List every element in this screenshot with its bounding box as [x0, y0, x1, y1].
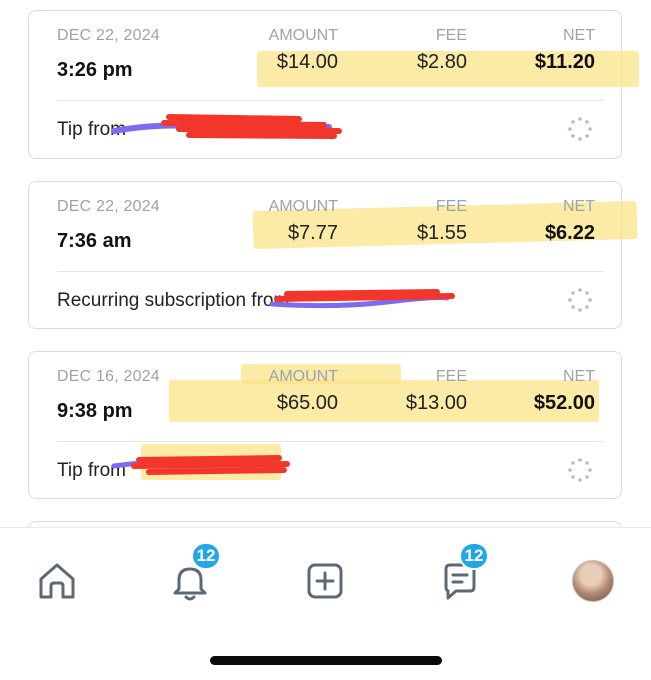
spinner-icon	[568, 288, 592, 312]
tab-profile[interactable]	[566, 554, 620, 608]
divider	[57, 441, 603, 442]
notification-badge: 12	[191, 542, 221, 570]
add-square-icon	[307, 563, 343, 599]
transaction-card[interactable]: DEC 22, 2024 7:36 am AMOUNT FEE NET $7.7…	[28, 181, 638, 329]
divider	[57, 100, 603, 101]
spinner-icon	[568, 117, 592, 141]
spinner-icon	[568, 458, 592, 482]
net-label: NET	[563, 368, 595, 385]
home-icon	[39, 563, 75, 599]
transaction-time: 9:38 pm	[57, 400, 133, 422]
redaction-scribble	[111, 114, 342, 139]
tab-home[interactable]	[30, 554, 84, 608]
fee-label: FEE	[435, 198, 467, 215]
transaction-date: DEC 22, 2024	[57, 27, 160, 44]
transaction-description: Recurring subscription from	[57, 290, 290, 311]
fee-value: $2.80	[416, 51, 467, 73]
transaction-date: DEC 22, 2024	[57, 198, 160, 215]
amount-label: AMOUNT	[268, 368, 338, 385]
transaction-time: 3:26 pm	[57, 59, 133, 81]
amount-value: $7.77	[287, 222, 338, 244]
transaction-date: DEC 16, 2024	[57, 368, 160, 385]
net-value: $11.20	[534, 51, 595, 73]
redaction-scribble	[269, 289, 455, 309]
fee-label: FEE	[435, 27, 467, 44]
amount-label: AMOUNT	[268, 198, 338, 215]
messages-badge: 12	[459, 542, 489, 570]
amount-label: AMOUNT	[268, 27, 338, 44]
transaction-time: 7:36 am	[57, 230, 132, 252]
divider	[57, 271, 603, 272]
amount-value: $14.00	[276, 51, 338, 73]
transaction-card[interactable]: DEC 22, 2024 3:26 pm AMOUNT FEE NET $14.…	[28, 10, 639, 159]
home-indicator	[210, 656, 442, 665]
transaction-card[interactable]: DEC 16, 2024 9:38 pm AMOUNT FEE NET $65.…	[28, 351, 622, 499]
net-label: NET	[563, 27, 595, 44]
tab-notifications[interactable]: 12	[163, 542, 221, 608]
fee-label: FEE	[435, 368, 467, 385]
avatar	[572, 560, 614, 602]
net-value: $6.22	[544, 222, 595, 244]
tab-add-post[interactable]	[298, 554, 352, 608]
fee-value: $1.55	[416, 222, 467, 244]
net-value: $52.00	[533, 392, 595, 414]
net-label: NET	[563, 198, 595, 215]
tab-messages[interactable]: 12	[433, 542, 489, 608]
fee-value: $13.00	[405, 392, 467, 414]
amount-value: $65.00	[276, 392, 338, 414]
redaction-scribble	[111, 455, 290, 475]
